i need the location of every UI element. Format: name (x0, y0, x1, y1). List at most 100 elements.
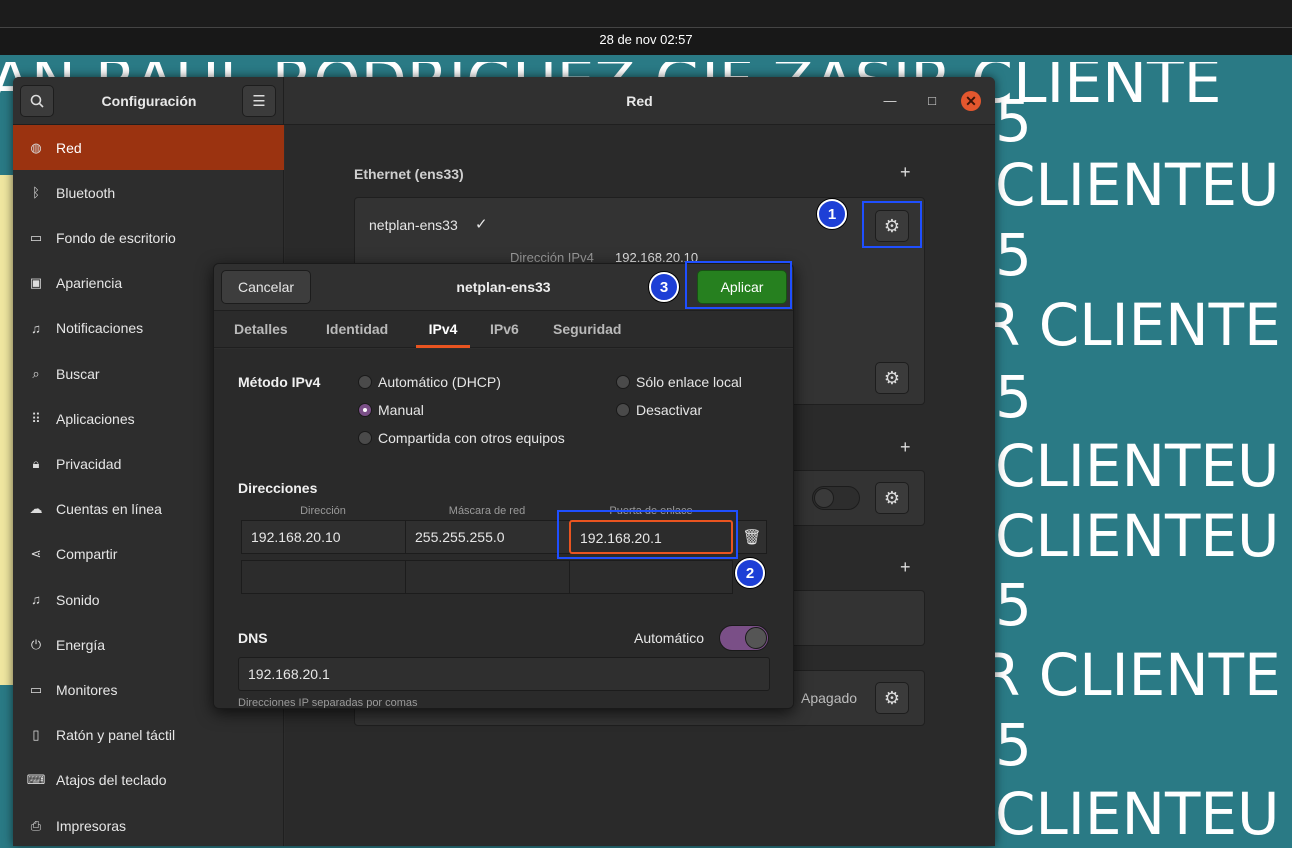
sidebar-item-label: Sonido (56, 591, 100, 608)
gear-icon: ⚙ (883, 367, 901, 388)
sidebar-item-atajos-del-teclado[interactable]: ⌨ Atajos del teclado (13, 758, 284, 803)
radio-disable[interactable]: Desactivar (616, 402, 702, 418)
proxy-status: Apagado (801, 690, 858, 706)
address-input[interactable]: 192.168.20.10 (241, 520, 406, 554)
dns-hint: Direcciones IP separadas por comas (238, 697, 418, 709)
highlight-settings-gear (862, 201, 922, 248)
radio-link-local[interactable]: Sólo enlace local (616, 374, 742, 390)
search-icon: ⌕ (32, 365, 40, 381)
sidebar-item-red[interactable]: ◍ Red (13, 125, 284, 170)
sidebar-item-impresoras[interactable]: ⎙ Impresoras (13, 803, 284, 846)
dns-label: DNS (238, 630, 268, 646)
apps-grid-icon: ⠿ (31, 410, 41, 426)
minimize-button[interactable]: — (880, 91, 900, 111)
bg-text-line: 5 (995, 221, 1032, 289)
radio-label: Sólo enlace local (636, 374, 742, 390)
step-badge-3: 3 (649, 272, 679, 302)
sidebar-item-label: Compartir (56, 546, 118, 563)
tab-identity[interactable]: Identidad (326, 311, 388, 348)
radio-circle (358, 375, 372, 389)
vpn-toggle[interactable] (812, 486, 860, 510)
sidebar-item-ratón-y-panel-táctil[interactable]: ▯ Ratón y panel táctil (13, 713, 284, 758)
bg-text-line: CLIENTEU (995, 780, 1280, 848)
sidebar-item-label: Privacidad (56, 455, 122, 472)
radio-manual[interactable]: Manual (358, 402, 424, 418)
lock-icon: 🔒︎ (32, 455, 40, 471)
add-proxy-button[interactable]: + (900, 557, 911, 578)
tab-ipv6[interactable]: IPv6 (490, 311, 519, 348)
display-icon: ▭ (29, 681, 43, 697)
dns-auto-toggle[interactable] (719, 625, 769, 651)
netmask-input-empty[interactable] (405, 560, 570, 594)
radio-auto-dhcp[interactable]: Automático (DHCP) (358, 374, 501, 390)
gear-icon: ⚙ (883, 687, 901, 708)
cancel-button[interactable]: Cancelar (221, 270, 311, 304)
top-bar (0, 0, 1292, 28)
add-vpn-button[interactable]: + (900, 437, 911, 458)
radio-shared[interactable]: Compartida con otros equipos (358, 430, 565, 446)
col-address-header: Dirección (300, 505, 346, 517)
music-note-icon: ♫ (31, 592, 41, 607)
sidebar-item-fondo-de-escritorio[interactable]: ▭ Fondo de escritorio (13, 215, 284, 260)
tab-ipv4[interactable]: IPv4 (416, 311, 470, 348)
gear-icon: ⚙ (883, 487, 901, 508)
vpn-settings-button[interactable]: ⚙ (875, 482, 909, 514)
sidebar-item-label: Monitores (56, 681, 118, 698)
globe-network-icon: ◍ (30, 139, 42, 155)
hamburger-menu-icon: ☰ (252, 93, 266, 110)
dns-input[interactable]: 192.168.20.1 (238, 657, 770, 691)
bg-text-line: CLIENTEU (995, 151, 1280, 219)
dns-auto-label: Automático (634, 630, 705, 646)
gateway-input-empty[interactable] (569, 560, 733, 594)
radio-label: Automático (DHCP) (378, 374, 501, 390)
appearance-icon: ▣ (29, 275, 43, 291)
step-badge-2: 2 (735, 558, 765, 588)
search-icon (30, 94, 44, 108)
sidebar-item-label: Atajos del teclado (56, 772, 167, 789)
bg-text-line: 5 (995, 711, 1032, 779)
sidebar-item-bluetooth[interactable]: ᛒ Bluetooth (13, 170, 284, 215)
sidebar-headerbar: Configuración ☰ (13, 77, 284, 125)
connection-name: netplan-ens33 (369, 217, 458, 233)
tab-security[interactable]: Seguridad (553, 311, 621, 348)
radio-circle (616, 375, 630, 389)
close-button[interactable]: ✕ (961, 91, 981, 111)
monitor-icon: ▭ (29, 229, 43, 245)
power-icon: ⏻ (30, 636, 42, 652)
address-input-empty[interactable] (241, 560, 406, 594)
radio-circle (616, 403, 630, 417)
sidebar-item-label: Aplicaciones (56, 410, 135, 427)
sidebar-item-label: Buscar (56, 365, 100, 382)
clock[interactable]: 28 de nov 02:57 (0, 32, 1292, 47)
add-connection-button[interactable]: + (900, 162, 911, 183)
trash-icon: 🗑︎ (742, 529, 762, 546)
delete-address-button[interactable]: 🗑︎ (737, 520, 767, 554)
sidebar-item-label: Cuentas en línea (56, 501, 162, 518)
addresses-label: Direcciones (238, 480, 318, 496)
search-button[interactable] (20, 85, 54, 117)
secondary-settings-button[interactable]: ⚙ (875, 362, 909, 394)
share-icon: ⋖ (30, 546, 42, 562)
sidebar-item-label: Ratón y panel táctil (56, 727, 176, 744)
bluetooth-icon: ᛒ (32, 185, 40, 201)
keyboard-icon: ⌨ (26, 772, 46, 788)
netmask-input[interactable]: 255.255.255.0 (405, 520, 570, 554)
sidebar-item-label: Energía (56, 636, 106, 653)
sidebar-item-label: Apariencia (56, 275, 123, 292)
dialog-tabs: Detalles Identidad IPv4 IPv6 Seguridad (214, 311, 793, 348)
proxy-settings-button[interactable]: ⚙ (875, 682, 909, 714)
sidebar-item-label: Bluetooth (56, 184, 116, 201)
bg-text-line: CLIENTEU (995, 432, 1280, 500)
col-netmask-header: Máscara de red (448, 505, 526, 517)
bg-text-line: R CLIENTE (980, 291, 1281, 359)
bg-text-line: 5 (995, 363, 1032, 431)
menu-button[interactable]: ☰ (242, 85, 276, 117)
maximize-button[interactable]: □ (922, 91, 942, 111)
bg-text-line: CLIENTEU (995, 502, 1280, 570)
highlight-gateway (557, 510, 738, 559)
sidebar-item-label: Fondo de escritorio (56, 229, 176, 246)
printer-icon: ⎙ (30, 817, 42, 833)
check-icon: ✓ (475, 216, 488, 233)
tab-details[interactable]: Detalles (234, 311, 288, 348)
highlight-apply (685, 261, 792, 309)
